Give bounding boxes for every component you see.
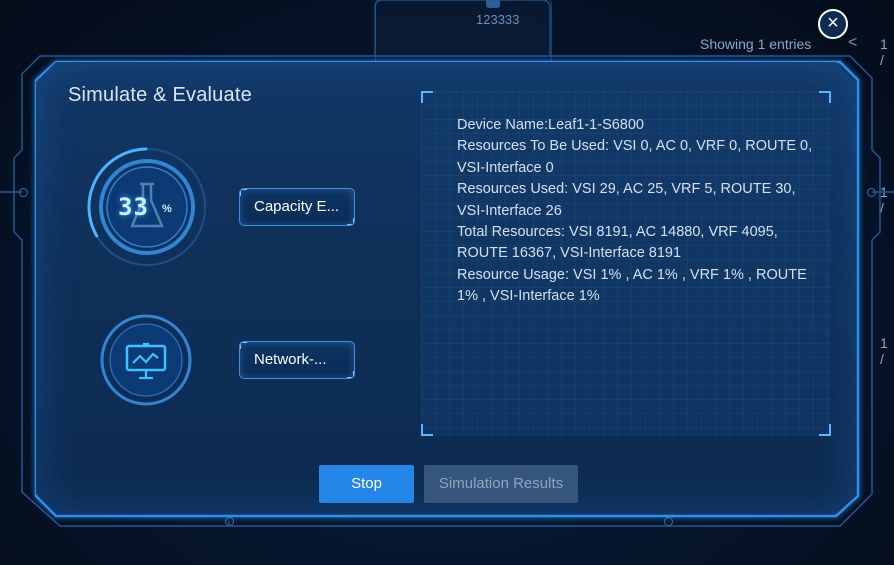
resource-usage: Resource Usage: VSI 1% , AC 1% , VRF 1% … (457, 266, 807, 305)
corner-marker (421, 424, 433, 436)
network-button[interactable]: Network-... (239, 341, 355, 379)
resources-to-be-used: Resources To Be Used: VSI 0, AC 0, VRF 0… (457, 138, 813, 176)
device-name: Device Name:Leaf1-1-S6800 (457, 117, 644, 133)
corner-marker (819, 91, 831, 103)
capacity-unit: % (162, 203, 172, 215)
corner-marker (421, 91, 433, 103)
resources-used: Resources Used: VSI 29, AC 25, VRF 5, RO… (457, 181, 796, 219)
total-resources: Total Resources: VSI 8191, AC 14880, VRF… (457, 224, 778, 262)
stop-button[interactable]: Stop (319, 465, 414, 503)
resource-info-text: Device Name:Leaf1-1-S6800 Resources To B… (457, 115, 817, 308)
corner-marker (819, 424, 831, 436)
network-ring (100, 314, 192, 406)
close-icon[interactable]: × (818, 9, 848, 39)
capacity-evaluate-button[interactable]: Capacity E... (239, 188, 355, 226)
simulation-results-button[interactable]: Simulation Results (424, 465, 578, 503)
resource-info-panel: Device Name:Leaf1-1-S6800 Resources To B… (421, 91, 831, 436)
capacity-value: 33 (118, 193, 149, 221)
modal-title: Simulate & Evaluate (68, 84, 252, 106)
